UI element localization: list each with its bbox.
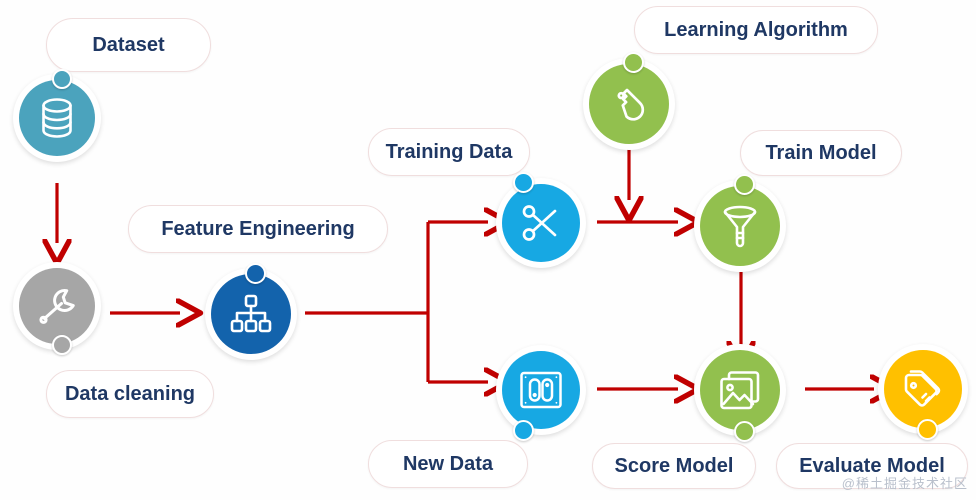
tags-icon <box>904 370 941 407</box>
label-score-model-text: Score Model <box>614 454 734 477</box>
node-learning-algorithm[interactable] <box>583 52 675 150</box>
node-train-model[interactable] <box>694 174 786 272</box>
node-dataset[interactable] <box>13 69 101 162</box>
scissors-icon <box>522 205 557 241</box>
label-training-data-text: Training Data <box>385 140 513 163</box>
watermark: @稀土掘金技术社区 <box>841 476 968 491</box>
workflow-diagram: Dataset Data cleaning Feature Engineerin… <box>0 0 976 500</box>
label-learning-algorithm[interactable]: Learning Algorithm <box>634 6 878 54</box>
node-feature-engineering[interactable] <box>205 263 297 360</box>
node-data-cleaning[interactable] <box>13 262 101 355</box>
label-data-cleaning-text: Data cleaning <box>64 382 196 405</box>
node-dataset-connector-dot <box>52 69 72 89</box>
database-icon <box>42 98 72 138</box>
label-train-model-text: Train Model <box>765 141 877 164</box>
label-new-data-text: New Data <box>402 452 494 475</box>
label-data-cleaning[interactable]: Data cleaning <box>46 370 214 418</box>
node-evaluate-model-connector-dot <box>917 419 938 440</box>
label-training-data[interactable]: Training Data <box>368 128 530 176</box>
photos-icon <box>720 371 760 410</box>
key-icon <box>617 88 645 121</box>
funnel-icon <box>723 205 757 248</box>
node-evaluate-model[interactable] <box>878 344 968 440</box>
node-training-data-connector-dot <box>513 172 534 193</box>
node-score-model[interactable] <box>694 344 786 442</box>
label-dataset-text: Dataset <box>92 33 165 56</box>
hierarchy-icon <box>230 294 272 333</box>
label-new-data[interactable]: New Data <box>368 440 528 488</box>
node-train-model-connector-dot <box>734 174 755 195</box>
node-score-model-connector-dot <box>734 421 755 442</box>
label-score-model[interactable]: Score Model <box>592 443 756 489</box>
node-learning-algorithm-connector-dot <box>623 52 644 73</box>
node-new-data-connector-dot <box>513 420 534 441</box>
node-new-data[interactable] <box>496 345 586 441</box>
label-learning-algorithm-text: Learning Algorithm <box>664 18 848 41</box>
node-feature-engineering-connector-dot <box>245 263 266 284</box>
label-dataset[interactable]: Dataset <box>46 18 211 72</box>
switches-icon <box>520 371 562 409</box>
node-data-cleaning-connector-dot <box>52 335 72 355</box>
wrench-icon <box>39 288 75 324</box>
label-feature-engineering[interactable]: Feature Engineering <box>128 205 388 253</box>
label-feature-engineering-text: Feature Engineering <box>161 217 355 240</box>
node-training-data[interactable] <box>496 172 586 268</box>
label-train-model[interactable]: Train Model <box>740 130 902 176</box>
